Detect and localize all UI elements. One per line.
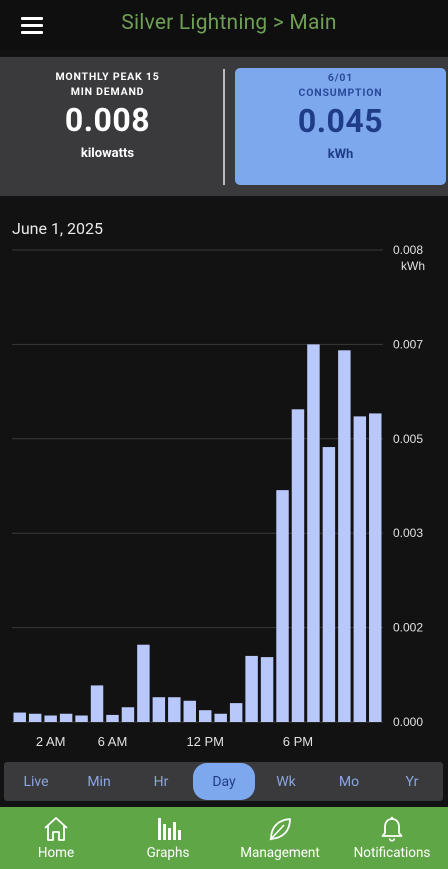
summary-divider: [223, 69, 225, 185]
chart-bar[interactable]: [214, 713, 227, 722]
y-tick-label: 0.002: [393, 621, 423, 635]
chart-bar[interactable]: [322, 447, 336, 722]
chart-bar[interactable]: [137, 644, 150, 722]
range-tab-live[interactable]: Live: [5, 762, 67, 801]
chart-bar[interactable]: [90, 685, 104, 722]
chart-bar[interactable]: [245, 655, 258, 722]
summary-panel: MONTHLY PEAK 15 MIN DEMAND 0.008 kilowat…: [0, 57, 448, 196]
consumption-label-text: CONSUMPTION: [298, 86, 383, 99]
chart-bar[interactable]: [13, 712, 26, 722]
usage-bar-chart[interactable]: 0.000 0.002 0.003 0.005 0.007 0.008 kWh 2 AM 6 A…: [0, 240, 448, 750]
chart-bar[interactable]: [369, 413, 382, 722]
app-bar: Silver Lightning > Main: [0, 0, 448, 50]
y-tick-label: 0.003: [393, 526, 423, 540]
range-tab-wk[interactable]: Wk: [255, 762, 317, 801]
chart-bar[interactable]: [152, 697, 166, 722]
nav-home[interactable]: Home: [0, 807, 112, 869]
chart-bar[interactable]: [121, 707, 135, 722]
chart-bar[interactable]: [260, 657, 274, 722]
peak-demand-label-line1: MONTHLY PEAK 15: [55, 70, 160, 83]
chart-bar[interactable]: [353, 416, 367, 722]
range-tab-hr[interactable]: Hr: [130, 762, 192, 801]
y-tick-label: 0.005: [393, 432, 423, 446]
chart-date: June 1, 2025: [12, 219, 104, 238]
nav-graphs[interactable]: Graphs: [112, 807, 224, 869]
range-tab-yr[interactable]: Yr: [381, 762, 443, 801]
home-icon: [44, 817, 68, 841]
chart-bar[interactable]: [291, 409, 305, 722]
range-tab-min[interactable]: Min: [68, 762, 130, 801]
x-tick-label: 12 PM: [186, 734, 224, 749]
chart-bar[interactable]: [229, 703, 243, 722]
consumption-unit: kWh: [327, 147, 354, 162]
chart-bar[interactable]: [199, 710, 212, 722]
chart-bar[interactable]: [59, 713, 73, 722]
nav-notifications-label: Notifications: [353, 845, 431, 861]
chart-bar[interactable]: [276, 490, 289, 722]
nav-home-label: Home: [37, 845, 75, 861]
y-tick-label: 0.008: [393, 243, 423, 257]
peak-demand-label-line2: MIN DEMAND: [70, 85, 145, 98]
consumption-date: 6/01: [327, 71, 354, 84]
peak-demand-value: 0.008: [64, 101, 151, 139]
peak-demand-label: MONTHLY PEAK 15 MIN DEMAND: [0, 69, 215, 99]
page-title: Silver Lightning > Main: [121, 11, 337, 35]
nav-notifications[interactable]: Notifications: [336, 807, 448, 869]
y-tick-label: 0.000: [393, 715, 423, 729]
bottom-navigation: Home Graphs Management Notifications: [0, 807, 448, 869]
y-axis-unit: kWh: [401, 259, 425, 273]
nav-management[interactable]: Management: [224, 807, 336, 869]
nav-graphs-label: Graphs: [146, 845, 190, 861]
consumption-value: 0.045: [297, 102, 384, 140]
chart-bar[interactable]: [183, 700, 196, 722]
range-tab-day[interactable]: Day: [193, 763, 255, 800]
chart-bar[interactable]: [307, 344, 320, 722]
chart-bar[interactable]: [168, 697, 181, 722]
x-tick-label: 6 AM: [98, 734, 128, 749]
consumption-card[interactable]: 6/01 CONSUMPTION 0.045 kWh: [235, 68, 446, 185]
chart-bar[interactable]: [106, 714, 119, 722]
nav-management-label: Management: [240, 845, 320, 861]
range-tab-mo[interactable]: Mo: [318, 762, 380, 801]
chart-bar[interactable]: [338, 350, 351, 722]
time-range-selector: Live Min Hr Day Wk Mo Yr: [4, 762, 443, 801]
consumption-label: 6/01 CONSUMPTION: [235, 70, 446, 100]
y-tick-label: 0.007: [393, 337, 423, 351]
peak-demand-unit: kilowatts: [80, 146, 135, 161]
x-tick-label: 6 PM: [283, 734, 313, 749]
chart-bar[interactable]: [28, 713, 42, 722]
x-tick-label: 2 AM: [36, 734, 66, 749]
bar-chart-icon: [158, 818, 181, 840]
peak-demand-card[interactable]: MONTHLY PEAK 15 MIN DEMAND 0.008 kilowat…: [0, 57, 215, 196]
chart-bar[interactable]: [44, 715, 57, 722]
bell-icon: [381, 816, 403, 842]
chart-bar[interactable]: [75, 715, 88, 722]
leaf-icon: [269, 818, 291, 841]
